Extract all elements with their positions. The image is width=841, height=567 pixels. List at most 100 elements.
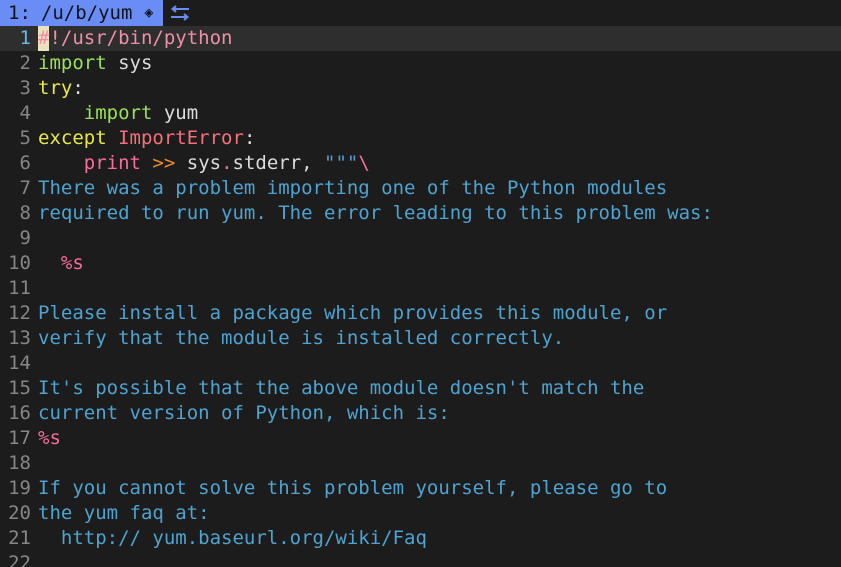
code-token: sys (175, 152, 222, 174)
code-line-text[interactable]: #!/usr/bin/python (38, 26, 841, 51)
line-number: 4 (19, 102, 31, 124)
line-number: 17 (8, 427, 31, 449)
line-number: 12 (8, 302, 31, 324)
code-token: yum (152, 102, 199, 124)
code-token: There was a problem importing one of the… (38, 177, 668, 199)
line-number: 18 (8, 452, 31, 474)
line-number: 3 (19, 77, 31, 99)
code-line[interactable]: 13 verify that the module is installed co… (0, 326, 841, 351)
line-number: 15 (8, 377, 31, 399)
line-number: 7 (19, 177, 31, 199)
code-line[interactable]: 9 (0, 226, 841, 251)
code-line-text[interactable]: try: (38, 76, 841, 101)
code-line[interactable]: 19 If you cannot solve this problem yours… (0, 476, 841, 501)
code-token: ImportError (118, 127, 244, 149)
code-line[interactable]: 22 (0, 551, 841, 567)
line-number: 6 (19, 152, 31, 174)
code-line-text[interactable]: If you cannot solve this problem yoursel… (38, 476, 841, 501)
code-token: stderr, (232, 152, 325, 174)
line-number: 2 (19, 52, 31, 74)
text-cursor: # (38, 26, 50, 51)
code-token: the yum faq at: (38, 502, 210, 524)
code-token: If you cannot solve this problem yoursel… (38, 477, 668, 499)
line-number: 14 (8, 352, 31, 374)
line-number: 19 (8, 477, 31, 499)
line-number: 5 (19, 127, 31, 149)
code-token: current version of Python, which is: (38, 402, 450, 424)
code-line[interactable]: 11 (0, 276, 841, 301)
code-line[interactable]: 10 %s (0, 251, 841, 276)
tab-bar: 1: /u/b/yum ◈ (0, 0, 841, 26)
code-line-text[interactable]: verify that the module is installed corr… (38, 326, 841, 351)
code-editor-area[interactable]: 1 #!/usr/bin/python 2 import sys 3 try: 4 impo… (0, 26, 841, 567)
swap-arrows-icon[interactable] (170, 4, 190, 22)
line-number: 8 (19, 202, 31, 224)
code-line-text[interactable]: There was a problem importing one of the… (38, 176, 841, 201)
code-line[interactable]: 17 %s (0, 426, 841, 451)
tab-modified-indicator-icon: ◈ (144, 3, 154, 21)
code-token: Please install a package which provides … (38, 302, 668, 324)
code-token: try (38, 77, 73, 99)
line-number: 20 (8, 502, 31, 524)
code-line-text[interactable]: import sys (38, 51, 841, 76)
code-token: It's possible that the above module does… (38, 377, 645, 399)
code-token: \ (358, 152, 370, 174)
code-line[interactable]: 6 print >> sys.stderr, """\ (0, 151, 841, 176)
code-token: %s (38, 427, 61, 449)
line-number: 1 (19, 27, 31, 49)
code-line-text[interactable]: current version of Python, which is: (38, 401, 841, 426)
line-number: 9 (19, 227, 31, 249)
code-line[interactable]: 15 It's possible that the above module do… (0, 376, 841, 401)
code-line[interactable]: 20 the yum faq at: (0, 501, 841, 526)
code-line-text[interactable]: except ImportError: (38, 126, 841, 151)
tab-filename-label: /u/b/yum (40, 2, 133, 24)
code-line-text[interactable]: the yum faq at: (38, 501, 841, 526)
code-line[interactable]: 12 Please install a package which provide… (0, 301, 841, 326)
code-line-text[interactable]: Please install a package which provides … (38, 301, 841, 326)
code-token: : (72, 77, 84, 99)
code-line[interactable]: 5 except ImportError: (0, 126, 841, 151)
code-line[interactable]: 18 (0, 451, 841, 476)
line-number: 13 (8, 327, 31, 349)
line-number: 22 (8, 552, 31, 567)
code-token: import (83, 102, 153, 124)
code-token: sys (106, 52, 153, 74)
code-line-text[interactable]: import yum (38, 101, 841, 126)
code-token: !/usr/bin/python (49, 27, 233, 49)
code-line[interactable]: 1 #!/usr/bin/python (0, 26, 841, 51)
code-token: verify that the module is installed corr… (38, 327, 565, 349)
code-line-text[interactable]: http:// yum.baseurl.org/wiki/Faq (38, 526, 841, 551)
code-token: http:// yum.baseurl.org/wiki/Faq (38, 527, 427, 549)
code-line[interactable]: 14 (0, 351, 841, 376)
code-line[interactable]: 4 import yum (0, 101, 841, 126)
code-line-text[interactable]: It's possible that the above module does… (38, 376, 841, 401)
code-line-text[interactable]: required to run yum. The error leading t… (38, 201, 841, 226)
editor-tab-yum[interactable]: 1: /u/b/yum ◈ (0, 0, 164, 26)
code-token: required to run yum. The error leading t… (38, 202, 713, 224)
code-token: : (243, 127, 256, 149)
tab-bar-empty-area (163, 0, 841, 26)
code-line-text[interactable]: %s (38, 251, 841, 276)
code-token: except (38, 127, 107, 149)
code-token: """ (324, 152, 359, 174)
code-line[interactable]: 3 try: (0, 76, 841, 101)
code-line[interactable]: 8 required to run yum. The error leading … (0, 201, 841, 226)
code-line[interactable]: 7 There was a problem importing one of th… (0, 176, 841, 201)
code-token: print (83, 152, 141, 174)
code-line-text[interactable]: %s (38, 426, 841, 451)
line-number: 10 (8, 252, 31, 274)
line-number: 16 (8, 402, 31, 424)
code-line[interactable]: 16 current version of Python, which is: (0, 401, 841, 426)
code-token: . (221, 152, 233, 174)
code-token: %s (60, 252, 84, 274)
code-token: >> (152, 152, 176, 174)
code-line[interactable]: 21 http:// yum.baseurl.org/wiki/Faq (0, 526, 841, 551)
code-line-text[interactable]: print >> sys.stderr, """\ (38, 151, 841, 176)
code-token: import (38, 52, 107, 74)
code-line[interactable]: 2 import sys (0, 51, 841, 76)
